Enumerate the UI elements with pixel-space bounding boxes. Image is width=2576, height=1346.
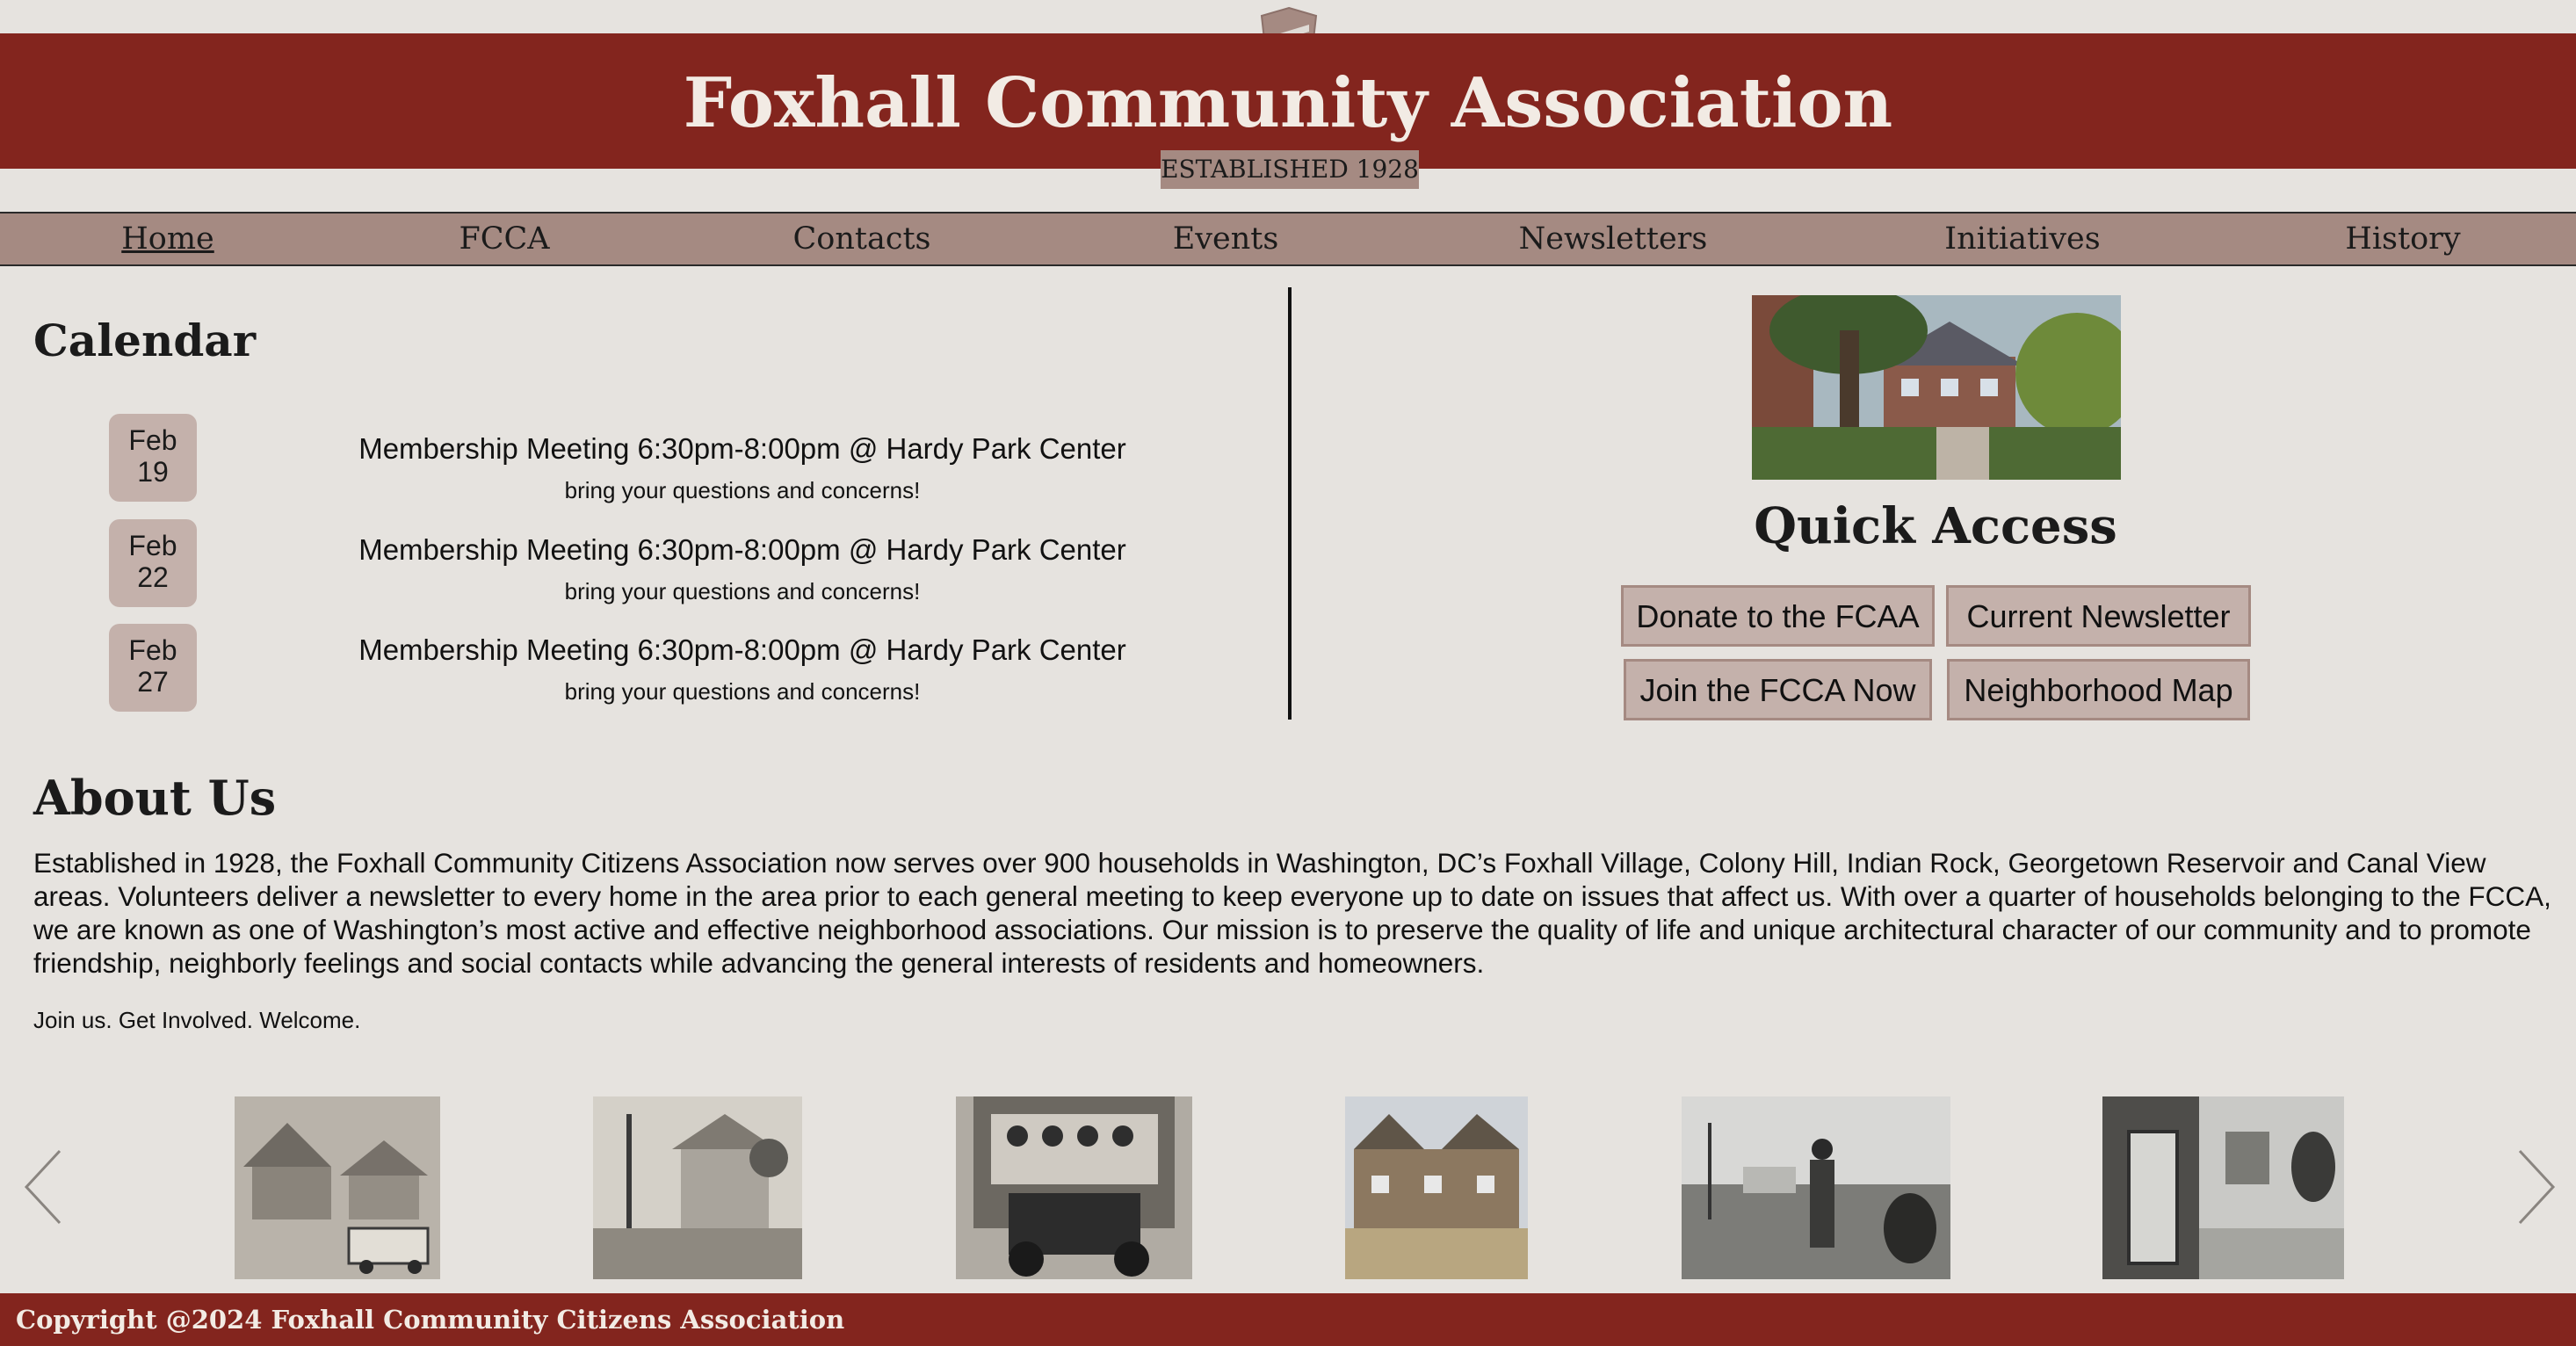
about-paragraph: Established in 1928, the Foxhall Communi…	[33, 847, 2551, 979]
event-day: 22	[137, 561, 169, 593]
quick-access-heading: Quick Access	[1754, 497, 2117, 555]
footer: Copyright @2024 Foxhall Community Citize…	[0, 1293, 2576, 1346]
nav-home[interactable]: Home	[121, 213, 214, 264]
featured-house-photo	[1752, 295, 2121, 480]
neighborhood-map-button[interactable]: Neighborhood Map	[1947, 659, 2250, 720]
chevron-left-icon[interactable]	[21, 1147, 65, 1227]
nav-events[interactable]: Events	[1173, 213, 1279, 264]
event-title[interactable]: Membership Meeting 6:30pm-8:00pm @ Hardy…	[264, 432, 1221, 466]
event-month: Feb	[128, 634, 177, 666]
established-badge: ESTABLISHED 1928	[1161, 150, 1419, 189]
join-fcca-button[interactable]: Join the FCCA Now	[1624, 659, 1932, 720]
event-date-badge: Feb 27	[109, 624, 197, 712]
main-nav: Home FCCA Contacts Events Newsletters In…	[0, 212, 2576, 266]
event-title[interactable]: Membership Meeting 6:30pm-8:00pm @ Hardy…	[264, 633, 1221, 667]
donate-button[interactable]: Donate to the FCAA	[1621, 585, 1935, 647]
event-subtitle: bring your questions and concerns!	[564, 578, 921, 604]
nav-contacts[interactable]: Contacts	[793, 213, 931, 264]
about-heading: About Us	[33, 770, 277, 826]
event-month: Feb	[128, 424, 177, 456]
event-month: Feb	[128, 530, 177, 561]
nav-history[interactable]: History	[2345, 213, 2460, 264]
nav-fcca[interactable]: FCCA	[459, 213, 549, 264]
event-day: 19	[137, 456, 169, 488]
nav-initiatives[interactable]: Initiatives	[1944, 213, 2100, 264]
history-photo[interactable]	[1682, 1096, 1950, 1279]
column-divider	[1288, 287, 1292, 720]
copyright-text: Copyright @2024 Foxhall Community Citize…	[16, 1305, 845, 1335]
current-newsletter-button[interactable]: Current Newsletter	[1946, 585, 2251, 647]
history-photo[interactable]	[2102, 1096, 2344, 1279]
history-photo[interactable]	[235, 1096, 440, 1279]
event-subtitle: bring your questions and concerns!	[564, 678, 921, 705]
history-photo[interactable]	[1345, 1096, 1528, 1279]
history-photo[interactable]	[956, 1096, 1192, 1279]
event-title[interactable]: Membership Meeting 6:30pm-8:00pm @ Hardy…	[264, 533, 1221, 567]
about-tagline: Join us. Get Involved. Welcome.	[33, 1007, 361, 1033]
event-date-badge: Feb 22	[109, 519, 197, 607]
nav-newsletters[interactable]: Newsletters	[1519, 213, 1708, 264]
history-photo[interactable]	[593, 1096, 802, 1279]
event-day: 27	[137, 666, 169, 698]
event-subtitle: bring your questions and concerns!	[564, 477, 921, 503]
calendar-heading: Calendar	[33, 315, 257, 366]
site-title: Foxhall Community Association	[683, 63, 1893, 143]
chevron-right-icon[interactable]	[2514, 1147, 2558, 1227]
event-date-badge: Feb 19	[109, 414, 197, 502]
